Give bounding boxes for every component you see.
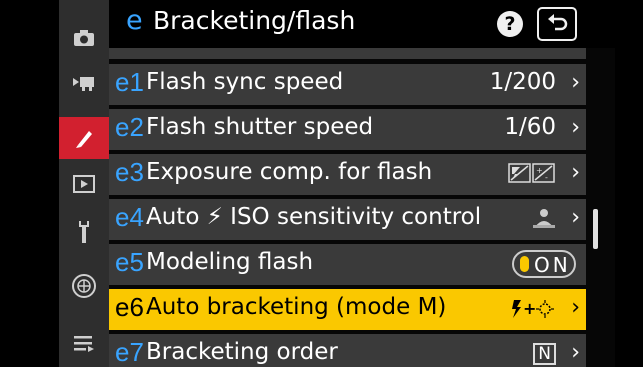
- flash-exposure-comp-icon: + -: [508, 163, 556, 189]
- item-label: Bracketing order: [146, 339, 338, 365]
- chevron-right-icon: ›: [571, 70, 580, 95]
- menu-item-e2[interactable]: e2 Flash shutter speed 1/60 ›: [109, 109, 586, 150]
- item-code: e5: [115, 247, 144, 277]
- toggle-label: ON: [534, 253, 571, 277]
- scrollbar[interactable]: [593, 209, 598, 249]
- chevron-right-icon: ›: [571, 160, 580, 185]
- item-value: 1/200: [489, 69, 556, 95]
- item-label: Modeling flash: [146, 249, 314, 275]
- bracketing-order-value: N: [533, 343, 556, 365]
- item-label: Exposure comp. for flash: [146, 159, 433, 185]
- network-menu-tab[interactable]: [65, 266, 103, 306]
- item-value: 1/60: [504, 114, 556, 140]
- custom-settings-menu-tab[interactable]: [59, 117, 109, 159]
- wrench-icon: [79, 221, 89, 243]
- item-code: e6: [115, 292, 144, 322]
- menu-item-e7[interactable]: e7 Bracketing order N ›: [109, 334, 586, 367]
- back-button[interactable]: [537, 7, 577, 41]
- return-arrow-icon: [548, 14, 568, 31]
- page-title: Bracketing/flash: [153, 6, 356, 35]
- setup-menu-tab[interactable]: [65, 212, 103, 252]
- subject-and-background-icon: [532, 207, 556, 235]
- flash-plus-speed-icon: +: [510, 298, 556, 326]
- my-menu-tab[interactable]: [65, 323, 103, 363]
- toggle-knob: [520, 256, 529, 272]
- help-button[interactable]: ?: [497, 11, 523, 37]
- chevron-right-icon: ›: [571, 340, 580, 365]
- menu-item-e1[interactable]: e1 Flash sync speed 1/200 ›: [109, 64, 586, 105]
- camera-icon: [74, 30, 94, 46]
- svg-text:-: -: [545, 173, 548, 182]
- playback-icon: [73, 175, 95, 193]
- menu-sidebar: [59, 0, 109, 367]
- on-toggle[interactable]: ON: [512, 250, 576, 278]
- menu-item-e3[interactable]: e3 Exposure comp. for flash + - ›: [109, 154, 586, 195]
- menu-header: e Bracketing/flash ?: [109, 0, 615, 48]
- svg-text:+: +: [523, 299, 536, 318]
- menu-group-letter: e: [126, 5, 143, 36]
- item-label: Auto ⚡ ISO sensitivity control: [146, 204, 482, 230]
- svg-text:+: +: [536, 166, 543, 175]
- item-label: Flash shutter speed: [146, 114, 374, 140]
- item-code: e7: [115, 337, 144, 367]
- item-code: e4: [115, 202, 144, 232]
- pencil-icon: [76, 131, 92, 148]
- movie-camera-icon: [73, 77, 94, 91]
- chevron-right-icon: ›: [571, 205, 580, 230]
- photo-shooting-menu-tab[interactable]: [65, 18, 103, 58]
- menu-item-e5[interactable]: e5 Modeling flash ON: [109, 244, 586, 285]
- network-icon: [72, 274, 96, 298]
- item-code: e2: [115, 112, 144, 142]
- item-label: Auto bracketing (mode M): [146, 294, 447, 320]
- item-code: e1: [115, 67, 144, 97]
- chevron-right-icon: ›: [571, 295, 580, 320]
- video-recording-menu-tab[interactable]: [65, 62, 103, 102]
- menu-content: e1 Flash sync speed 1/200 › e2 Flash shu…: [109, 0, 615, 367]
- camera-menu-screen: e1 Flash sync speed 1/200 › e2 Flash shu…: [59, 0, 615, 367]
- menu-item-e6[interactable]: e6 Auto bracketing (mode M) + ›: [109, 289, 586, 330]
- menu-list-icon: [74, 336, 94, 352]
- item-code: e3: [115, 157, 144, 187]
- chevron-right-icon: ›: [571, 115, 580, 140]
- menu-item-e4[interactable]: e4 Auto ⚡ ISO sensitivity control ›: [109, 199, 586, 240]
- item-label: Flash sync speed: [146, 69, 344, 95]
- playback-menu-tab[interactable]: [65, 164, 103, 204]
